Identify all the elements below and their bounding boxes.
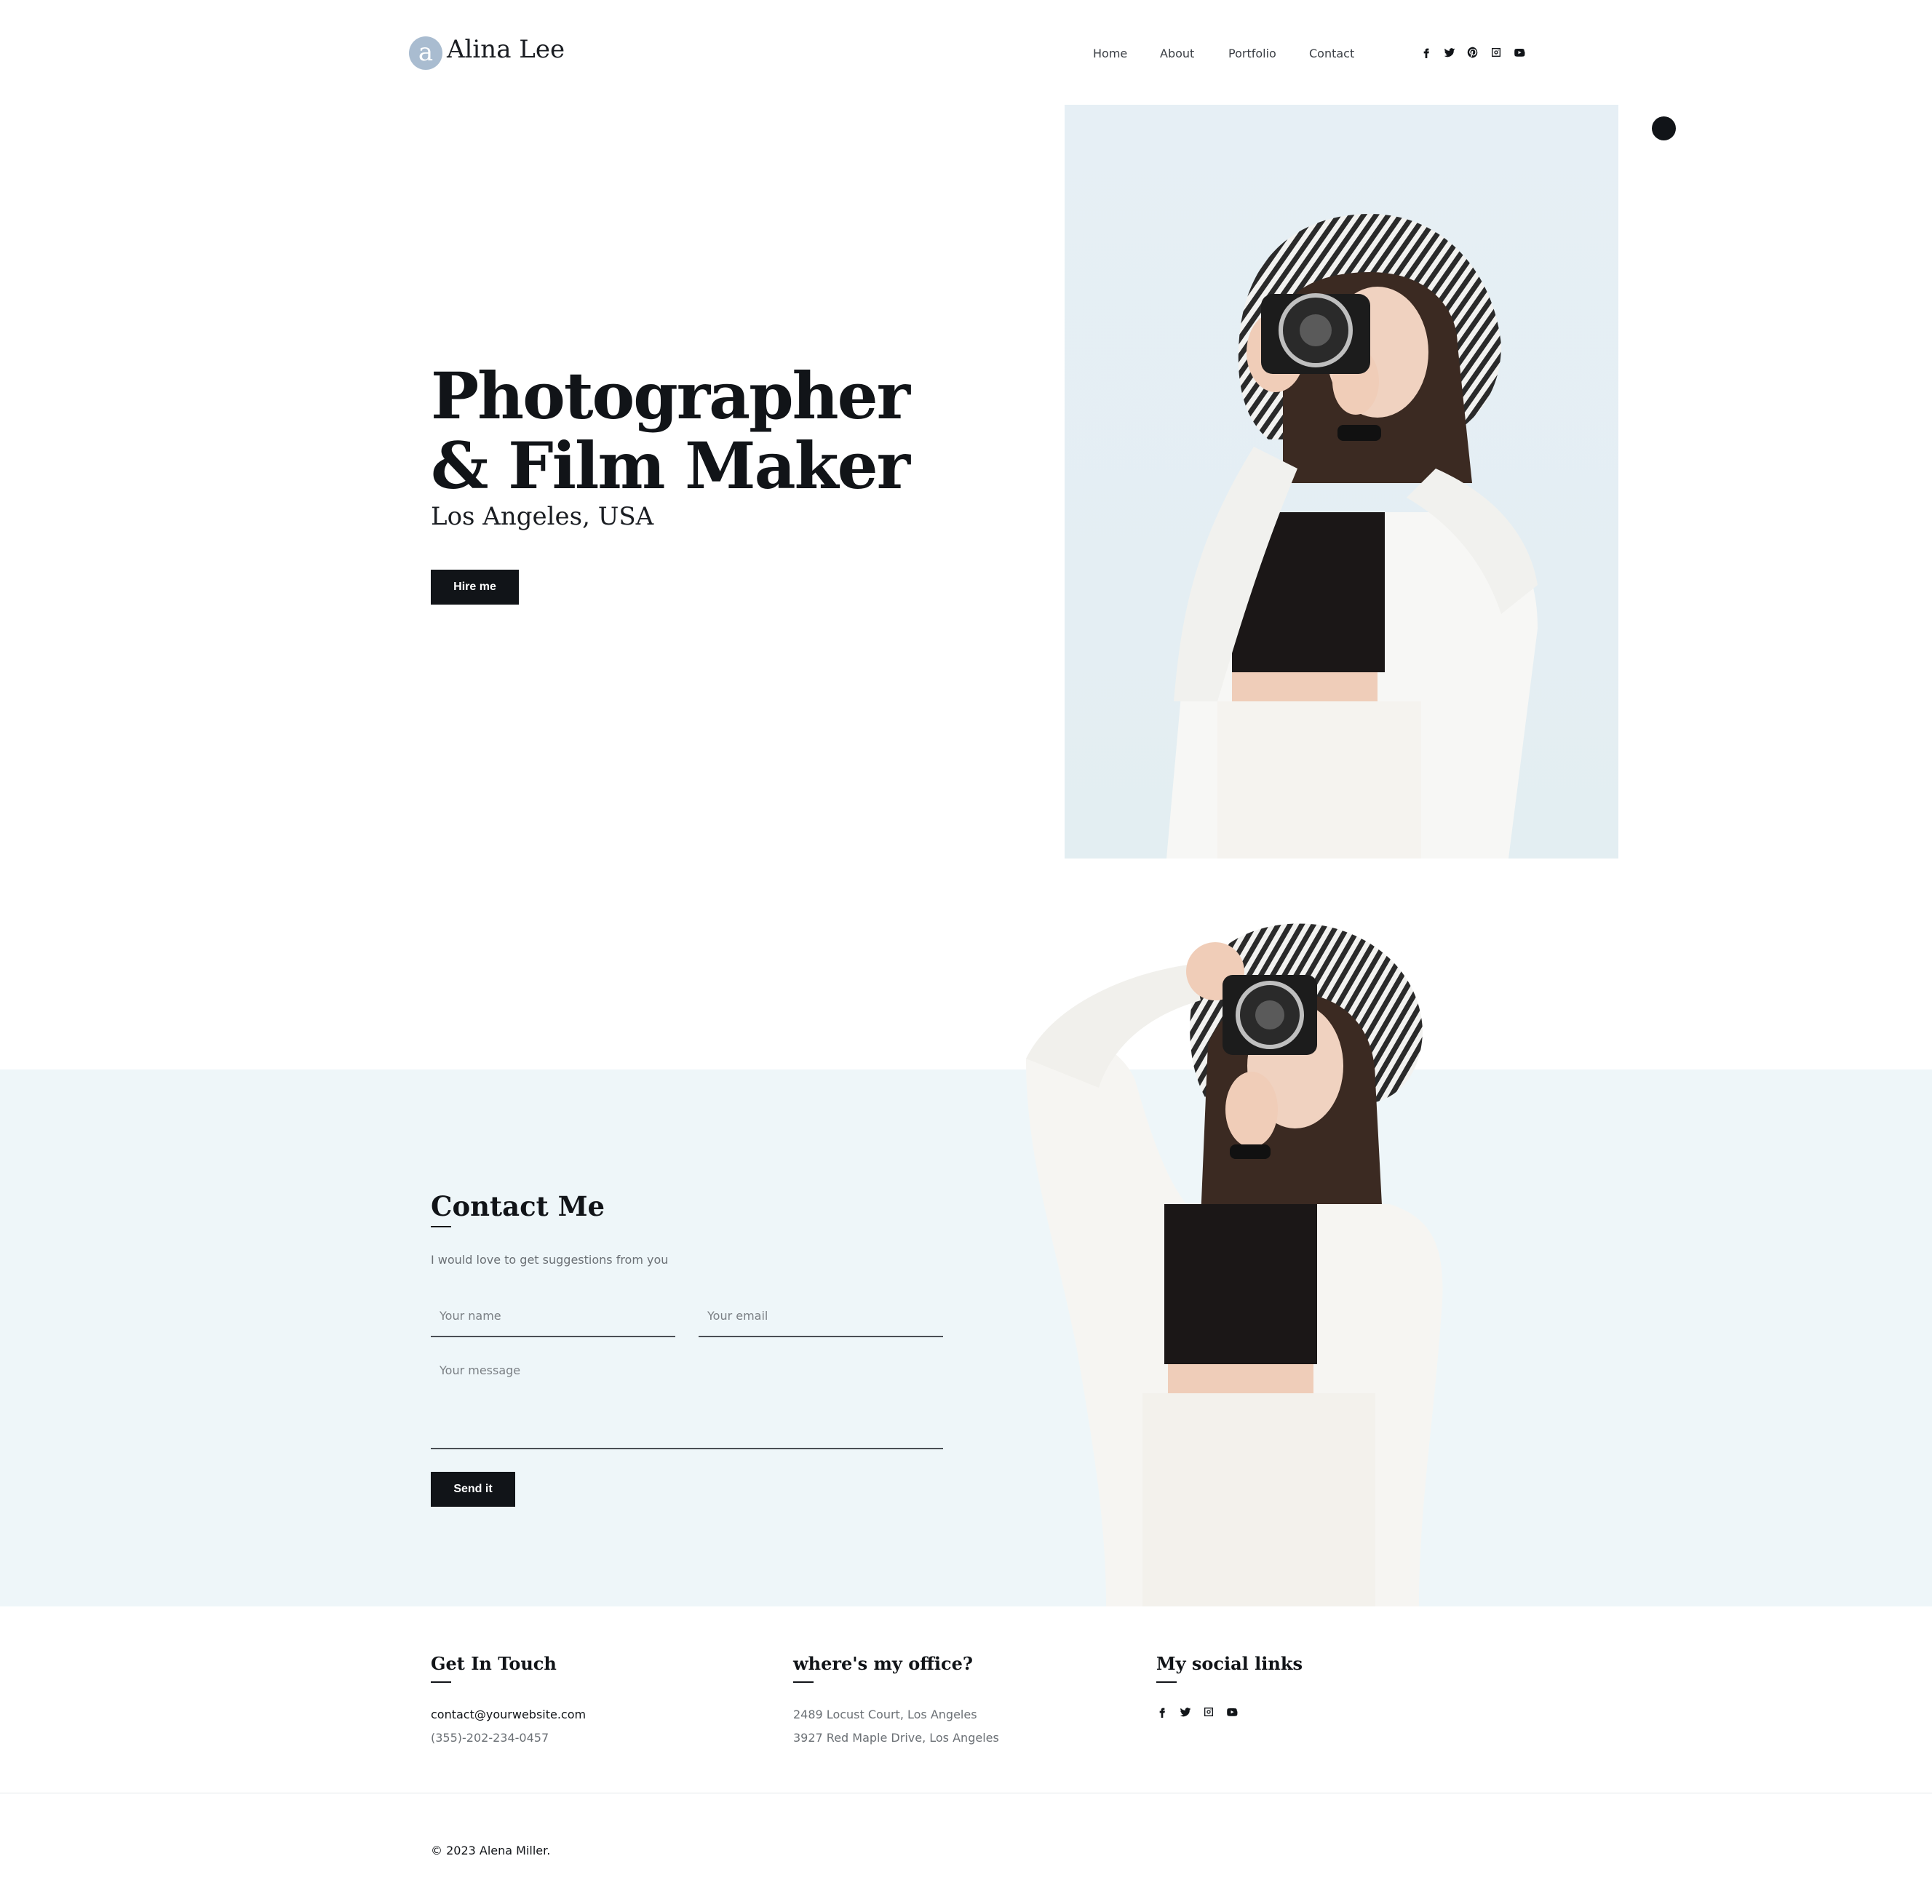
contact-title: Contact Me xyxy=(431,1190,605,1222)
youtube-icon[interactable] xyxy=(1225,1705,1239,1719)
contact-section xyxy=(0,1069,1932,1606)
pinterest-icon[interactable] xyxy=(1466,45,1480,60)
hero-title: Photographer & Film Maker xyxy=(431,358,910,503)
twitter-icon[interactable] xyxy=(1178,1705,1193,1719)
email-field[interactable] xyxy=(699,1295,943,1337)
hero-title-line2: & Film Maker xyxy=(431,428,910,503)
instagram-icon[interactable] xyxy=(1489,45,1503,60)
footer-office-title: where's my office? xyxy=(793,1653,973,1674)
contact-photo xyxy=(1011,913,1463,1606)
facebook-icon[interactable] xyxy=(1419,45,1434,60)
footer-address-1: 2489 Locust Court, Los Angeles xyxy=(793,1708,977,1721)
facebook-icon[interactable] xyxy=(1155,1705,1169,1719)
nav-portfolio[interactable]: Portfolio xyxy=(1228,47,1276,60)
footer-touch-underline xyxy=(431,1681,451,1683)
footer-email-link[interactable]: contact@yourwebsite.com xyxy=(431,1708,586,1721)
photographer-illustration xyxy=(1026,923,1443,1606)
hire-me-button[interactable]: Hire me xyxy=(431,570,519,605)
footer-phone: (355)-202-234-0457 xyxy=(431,1731,549,1745)
youtube-icon[interactable] xyxy=(1512,45,1527,60)
footer-social-underline xyxy=(1156,1681,1177,1683)
nav-contact[interactable]: Contact xyxy=(1309,47,1354,60)
floating-dot[interactable] xyxy=(1652,116,1676,140)
hero-photo xyxy=(1065,105,1618,859)
logo-text[interactable]: Alina Lee xyxy=(447,35,565,64)
send-button[interactable]: Send it xyxy=(431,1472,515,1507)
nav-about[interactable]: About xyxy=(1160,47,1194,60)
twitter-icon[interactable] xyxy=(1442,45,1457,60)
nav-home[interactable]: Home xyxy=(1093,47,1127,60)
logo-mark[interactable]: a xyxy=(409,36,442,70)
copyright-text: © 2023 Alena Miller. xyxy=(431,1844,551,1857)
hero-title-line1: Photographer xyxy=(431,358,910,434)
footer-office-underline xyxy=(793,1681,814,1683)
contact-title-underline xyxy=(431,1226,451,1227)
hero-subtitle: Los Angeles, USA xyxy=(431,502,654,531)
footer-social-title: My social links xyxy=(1156,1653,1303,1674)
photographer-illustration xyxy=(1166,214,1538,859)
message-field[interactable] xyxy=(431,1355,943,1449)
instagram-icon[interactable] xyxy=(1201,1705,1216,1719)
footer-touch-title: Get In Touch xyxy=(431,1653,557,1674)
footer-address-2: 3927 Red Maple Drive, Los Angeles xyxy=(793,1731,999,1745)
contact-description: I would love to get suggestions from you xyxy=(431,1253,669,1267)
name-field[interactable] xyxy=(431,1295,675,1337)
